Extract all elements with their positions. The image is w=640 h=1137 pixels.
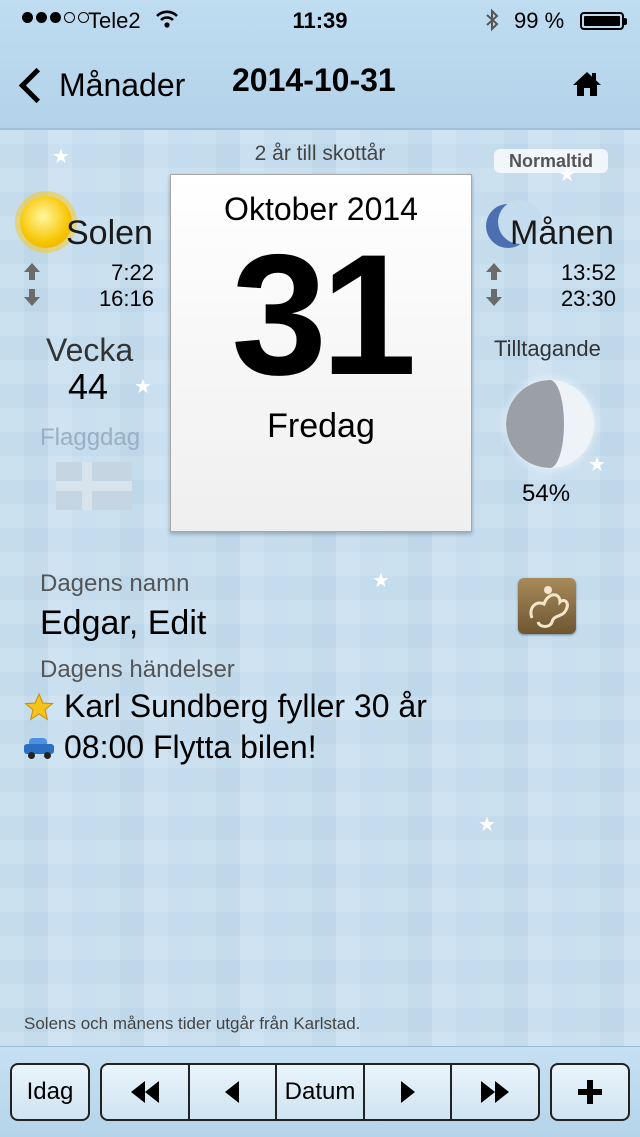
moon-phase-label: Tilltagande: [494, 336, 601, 361]
arrow-up-icon: [486, 263, 502, 280]
chevron-right-icon: [400, 1081, 415, 1103]
weekday: Fredag: [267, 407, 375, 445]
double-chevron-right-icon: [495, 1081, 510, 1103]
time-mode-badge[interactable]: Normaltid: [494, 149, 608, 173]
battery-icon: [580, 12, 627, 30]
previous-day-button[interactable]: [190, 1065, 278, 1119]
add-event-button[interactable]: [550, 1063, 630, 1121]
moon-label: Månen: [510, 214, 614, 252]
sunrise-time: 7:22: [111, 260, 154, 285]
week-number: 44: [68, 366, 109, 407]
navigation-bar: Tele2 11:39 99 % Månader 2014-10-31: [0, 0, 640, 130]
moonrise-time: 13:52: [560, 260, 616, 285]
location-footnote: Solens och månens tider utgår från Karls…: [24, 1014, 361, 1033]
day-number: 31: [231, 219, 416, 411]
sunset-time: 16:16: [98, 286, 154, 311]
back-button[interactable]: Månader: [14, 60, 185, 110]
next-month-button[interactable]: [452, 1065, 538, 1119]
event-item[interactable]: 08:00 Flytta bilen!: [24, 729, 317, 766]
moon-phase-icon: [506, 380, 594, 468]
page-title: 2014-10-31: [232, 62, 396, 98]
date-picker-label: Datum: [284, 1078, 356, 1105]
leap-year-countdown: 2 år till skottår: [254, 142, 386, 165]
sun-icon: [20, 196, 72, 248]
names-label: Dagens namn: [40, 570, 190, 597]
date-picker-button[interactable]: Datum: [277, 1065, 365, 1119]
arrow-down-icon: [486, 289, 502, 306]
moonset-time: 23:30: [560, 286, 616, 311]
chevron-left-icon: [225, 1081, 240, 1103]
back-button-label: Månader: [59, 66, 186, 103]
date-navigation-control: Datum: [100, 1063, 540, 1121]
arrow-down-icon: [24, 289, 40, 306]
battery-percentage: 99 %: [514, 8, 565, 33]
calendar-page: Oktober 2014 31 Fredag: [170, 174, 472, 532]
today-button-label: Idag: [26, 1078, 74, 1105]
week-label: Vecka: [46, 332, 134, 368]
flag-icon: [56, 462, 132, 510]
name-day-names: Edgar, Edit: [40, 604, 207, 642]
chevron-left-icon: [18, 67, 55, 103]
double-chevron-right-icon: [481, 1081, 496, 1103]
star-decoration-icon: ★: [478, 814, 496, 836]
star-icon: [24, 692, 54, 721]
star-decoration-icon: ★: [372, 570, 390, 592]
double-chevron-left-icon: [130, 1081, 145, 1103]
double-chevron-left-icon: [144, 1081, 159, 1103]
moon-illumination: 54%: [522, 480, 571, 507]
star-decoration-icon: ★: [588, 454, 606, 476]
star-decoration-icon: ★: [52, 146, 70, 168]
flag-day-label: Flaggdag: [40, 424, 141, 451]
car-icon: [24, 737, 54, 759]
plus-icon: [578, 1080, 602, 1104]
event-item[interactable]: Karl Sundberg fyller 30 år: [24, 688, 427, 725]
events-label: Dagens händelser: [40, 656, 235, 683]
next-day-button[interactable]: [365, 1065, 453, 1119]
zodiac-scorpio-icon[interactable]: [518, 578, 576, 634]
today-button[interactable]: Idag: [10, 1063, 90, 1121]
previous-month-button[interactable]: [102, 1065, 190, 1119]
status-bar: Tele2 11:39 99 %: [0, 8, 640, 36]
bottom-toolbar: Idag Datum: [0, 1046, 640, 1137]
event-text: Karl Sundberg fyller 30 år: [64, 688, 427, 724]
home-icon[interactable]: [572, 70, 602, 98]
bluetooth-icon: [484, 8, 500, 38]
sun-label: Solen: [66, 214, 153, 252]
event-text: 08:00 Flytta bilen!: [64, 729, 317, 765]
arrow-up-icon: [24, 263, 40, 280]
star-decoration-icon: ★: [134, 376, 152, 398]
